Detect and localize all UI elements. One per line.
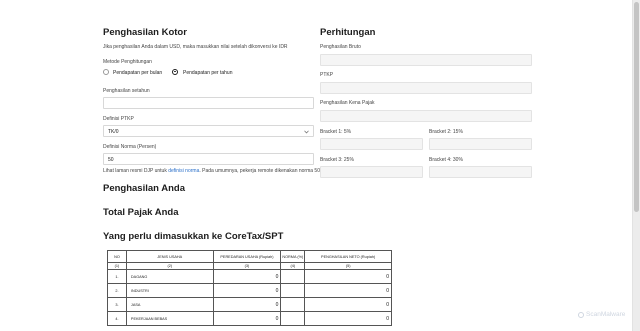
header-peredaran: PEREDARAN USAHA (Rupiah)	[212, 250, 282, 263]
bracket-1-field	[320, 138, 423, 150]
bracket-3-field	[320, 166, 423, 178]
radio-yearly-label: Pendapatan per tahun	[183, 69, 233, 76]
radio-yearly[interactable]: Pendapatan per tahun	[172, 68, 242, 76]
norma-input[interactable]: 50	[103, 153, 314, 165]
spt-table: NO JENIS USAHA PEREDARAN USAHA (Rupiah) …	[107, 250, 392, 326]
spt-table-header: NO JENIS USAHA PEREDARAN USAHA (Rupiah) …	[107, 250, 392, 263]
usd-note: Jika penghasilan Anda dalam USD, maka ma…	[103, 44, 288, 50]
bruto-label: Penghasilan Bruto	[320, 44, 361, 50]
bracket-3-label: Bracket 3: 25%	[320, 157, 354, 163]
bruto-field	[320, 54, 532, 66]
header-no: NO	[107, 250, 127, 263]
bracket-4-label: Bracket 4: 30%	[429, 157, 463, 163]
section-title-perhitungan: Perhitungan	[320, 27, 376, 38]
bracket-1-label: Bracket 1: 5%	[320, 129, 352, 135]
pkp-label: Penghasilan Kena Pajak	[320, 100, 375, 106]
bracket-2-label: Bracket 2: 15%	[429, 129, 463, 135]
radio-monthly-label: Pendapatan per bulan	[113, 69, 163, 76]
radio-yearly-circle[interactable]	[172, 68, 178, 75]
header-norma: NORMA (%)	[280, 250, 306, 263]
chevron-down-icon	[304, 130, 309, 134]
scrollbar-thumb[interactable]	[634, 2, 639, 212]
ptkp-selected-value: TK/0	[108, 129, 119, 135]
bracket-2-field	[429, 138, 532, 150]
table-row: 1. DAGANG 0 0	[107, 269, 392, 284]
spt-table-index-row: (1) (2) (3) (4) (5)	[107, 262, 392, 270]
table-row: 2. INDUSTRI 0 0	[107, 283, 392, 298]
radio-monthly[interactable]: Pendapatan per bulan	[103, 68, 173, 76]
section-title-total-pajak: Total Pajak Anda	[103, 207, 179, 218]
radio-monthly-circle[interactable]	[103, 69, 109, 75]
section-title-coretax: Yang perlu dimasukkan ke CoreTax/SPT	[103, 231, 284, 242]
method-label: Metode Penghitungan	[103, 59, 152, 65]
norma-footnote: Lihat laman resmi DJP untuk definisi nor…	[103, 168, 326, 174]
watermark: ScanMalware	[586, 311, 626, 318]
page: Penghasilan Kotor Jika penghasilan Anda …	[0, 0, 632, 331]
norma-label: Definisi Norma (Persen)	[103, 144, 157, 150]
ptkp-label: Definisi PTKP	[103, 116, 134, 122]
ptkp-result-field	[320, 82, 532, 94]
scrollbar[interactable]	[632, 0, 640, 331]
section-title-penghasilan-kotor: Penghasilan Kotor	[103, 27, 187, 38]
bracket-4-field	[429, 166, 532, 178]
header-jenis-usaha: JENIS USAHA	[125, 250, 214, 263]
income-label: Penghasilan setahun	[103, 88, 150, 94]
table-row: 3. JASA 0 0	[107, 297, 392, 312]
section-title-penghasilan-anda: Penghasilan Anda	[103, 183, 185, 194]
table-row: 4. PEKERJAAN BEBAS 0 0	[107, 311, 392, 326]
norma-definition-link[interactable]: definisi norma	[168, 168, 199, 174]
income-input[interactable]	[103, 97, 314, 109]
ptkp-select[interactable]: TK/0	[103, 125, 314, 137]
ptkp-result-label: PTKP	[320, 72, 334, 78]
pkp-field	[320, 110, 532, 122]
header-neto: PENGHASILAN NETO (Rupiah)	[304, 250, 392, 263]
norma-value: 50	[108, 157, 114, 163]
